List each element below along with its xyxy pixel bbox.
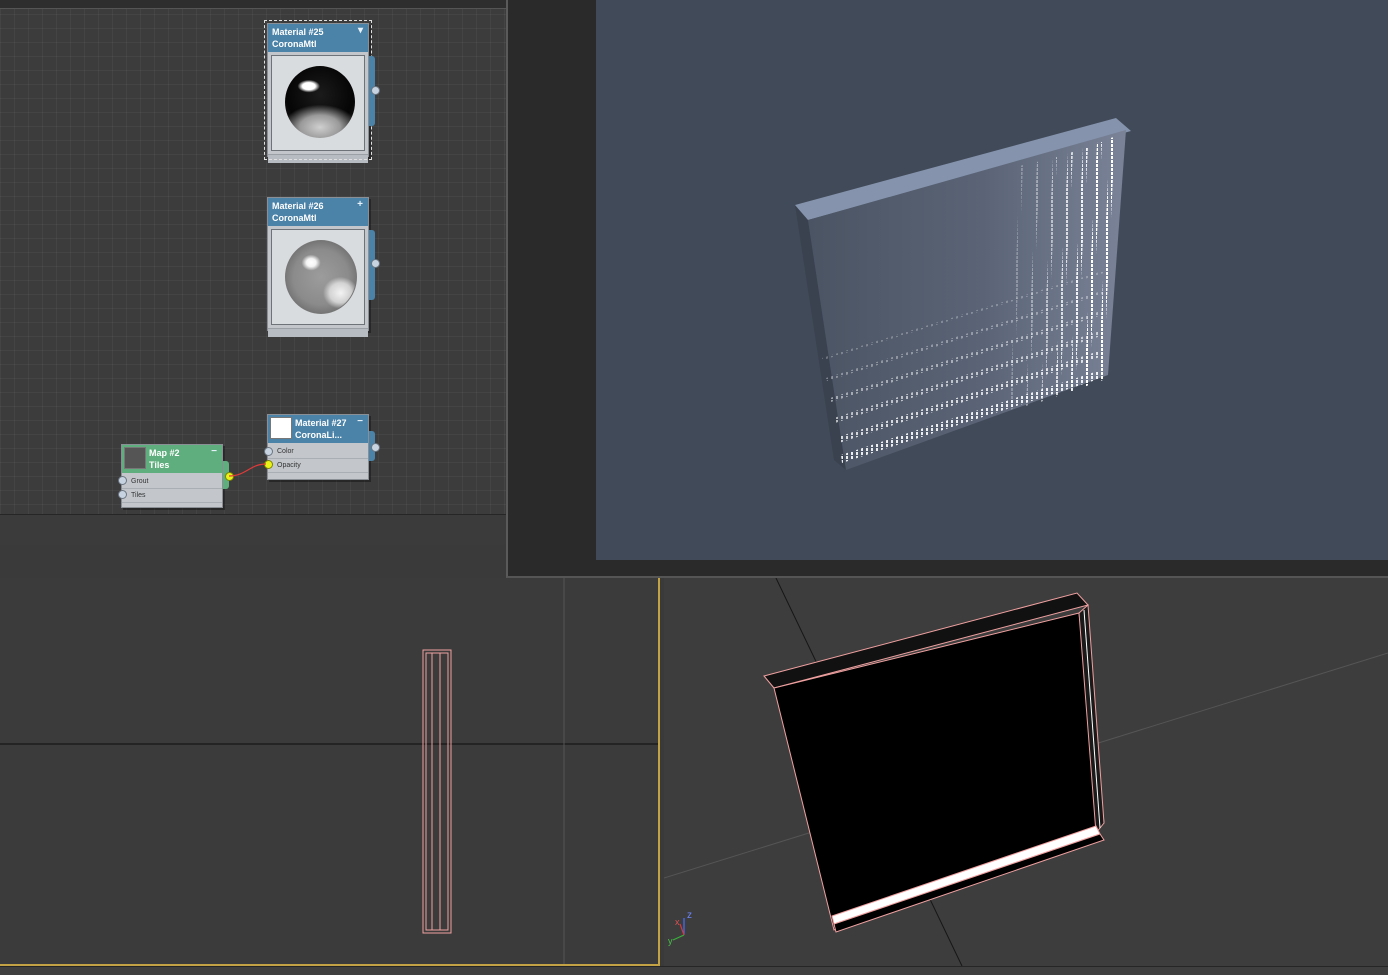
panel-inner-outline <box>425 652 449 931</box>
rendered-panel-image <box>795 118 1131 470</box>
selected-panel-outline[interactable] <box>422 649 452 934</box>
node-wire-layer <box>228 463 267 477</box>
render-canvas <box>596 0 1388 560</box>
slate-material-editor-view[interactable]: Material #25 CoronaMtl ▾ Material #26 Co… <box>0 0 506 545</box>
viewport-right-scene: z x y <box>664 578 1388 966</box>
viewport-left-scene <box>0 578 658 964</box>
map-to-opacity-wire <box>228 463 267 477</box>
axis-label-y: y <box>668 936 673 946</box>
axis-label-x: x <box>675 917 680 927</box>
render-frame-window[interactable] <box>506 0 1388 578</box>
viewport-right-perspective[interactable]: z x y <box>664 578 1388 966</box>
slate-bottom-bar <box>0 514 506 545</box>
axis-gizmo: z x y <box>668 910 692 946</box>
viewport-left-orthographic[interactable] <box>0 578 660 966</box>
axis-label-z: z <box>687 910 692 921</box>
